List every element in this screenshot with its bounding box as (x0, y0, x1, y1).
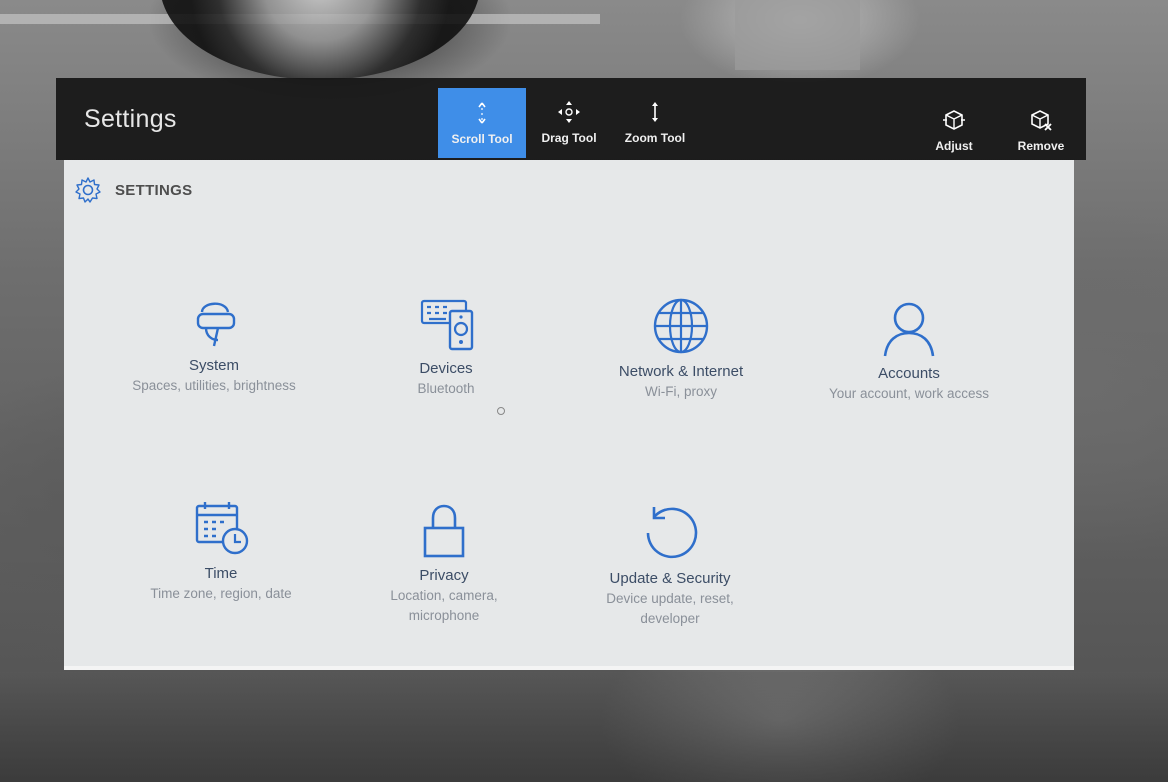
panel-header: SETTINGS (74, 176, 192, 204)
settings-panel: SETTINGS System Spaces, utilities, brigh… (64, 160, 1074, 670)
remove-label: Remove (1017, 139, 1065, 153)
settings-window: Settings Scroll Tool Drag Tool Zoom Tool (56, 78, 1086, 670)
background-wheel (160, 0, 480, 80)
zoom-tool-button[interactable]: Zoom Tool (614, 86, 696, 158)
tile-system-name: System (188, 357, 239, 374)
tile-time-desc: Time zone, region, date (150, 586, 292, 601)
adjust-icon (943, 110, 965, 130)
tile-update-security-desc: Device update, reset, developer (606, 591, 734, 626)
person-icon (883, 302, 935, 357)
calendar-clock-icon (195, 502, 249, 555)
tile-network-desc: Wi-Fi, proxy (645, 384, 717, 399)
drag-tool-label: Drag Tool (541, 131, 597, 145)
scroll-tool-button[interactable]: Scroll Tool (438, 88, 526, 158)
drag-tool-button[interactable]: Drag Tool (530, 86, 608, 158)
tile-system-desc: Spaces, utilities, brightness (132, 378, 296, 393)
tile-system[interactable]: System Spaces, utilities, brightness (104, 290, 324, 396)
drag-icon (558, 101, 580, 123)
tile-accounts[interactable]: Accounts Your account, work access (799, 298, 1019, 404)
tile-privacy-desc: Location, camera, microphone (390, 588, 498, 623)
tile-devices-name: Devices (419, 360, 473, 377)
gear-icon (75, 177, 101, 203)
keyboard-speaker-icon (420, 299, 474, 351)
tile-devices[interactable]: Devices Bluetooth (336, 293, 556, 399)
adjust-label: Adjust (935, 139, 973, 153)
tile-accounts-name: Accounts (878, 365, 940, 382)
globe-icon (653, 298, 709, 354)
remove-icon (1031, 110, 1052, 131)
tile-privacy[interactable]: Privacy Location, camera, microphone (334, 500, 554, 626)
scroll-icon (478, 102, 486, 124)
tile-network[interactable]: Network & Internet Wi-Fi, proxy (571, 296, 791, 402)
background-floor (0, 672, 1168, 782)
background-object (735, 0, 860, 70)
refresh-icon (646, 507, 698, 559)
title-bar: Settings Scroll Tool Drag Tool Zoom Tool (56, 78, 1086, 160)
tile-privacy-name: Privacy (419, 567, 469, 584)
tile-update-security-name: Update & Security (609, 570, 731, 587)
headset-user-icon (196, 302, 236, 347)
tile-time[interactable]: Time Time zone, region, date (111, 498, 331, 604)
gaze-cursor (497, 407, 505, 415)
tile-time-name: Time (204, 565, 238, 582)
tile-accounts-desc: Your account, work access (828, 386, 990, 401)
scroll-tool-label: Scroll Tool (451, 132, 513, 146)
tile-network-name: Network & Internet (618, 363, 744, 380)
zoom-icon (652, 102, 658, 122)
remove-button[interactable]: Remove (1006, 94, 1076, 166)
adjust-button[interactable]: Adjust (922, 94, 986, 166)
lock-icon (423, 504, 465, 558)
window-title: Settings (84, 105, 177, 133)
zoom-tool-label: Zoom Tool (624, 131, 686, 145)
tile-devices-desc: Bluetooth (417, 381, 475, 396)
panel-header-label: SETTINGS (115, 181, 193, 199)
tile-update-security[interactable]: Update & Security Device update, reset, … (560, 503, 780, 629)
